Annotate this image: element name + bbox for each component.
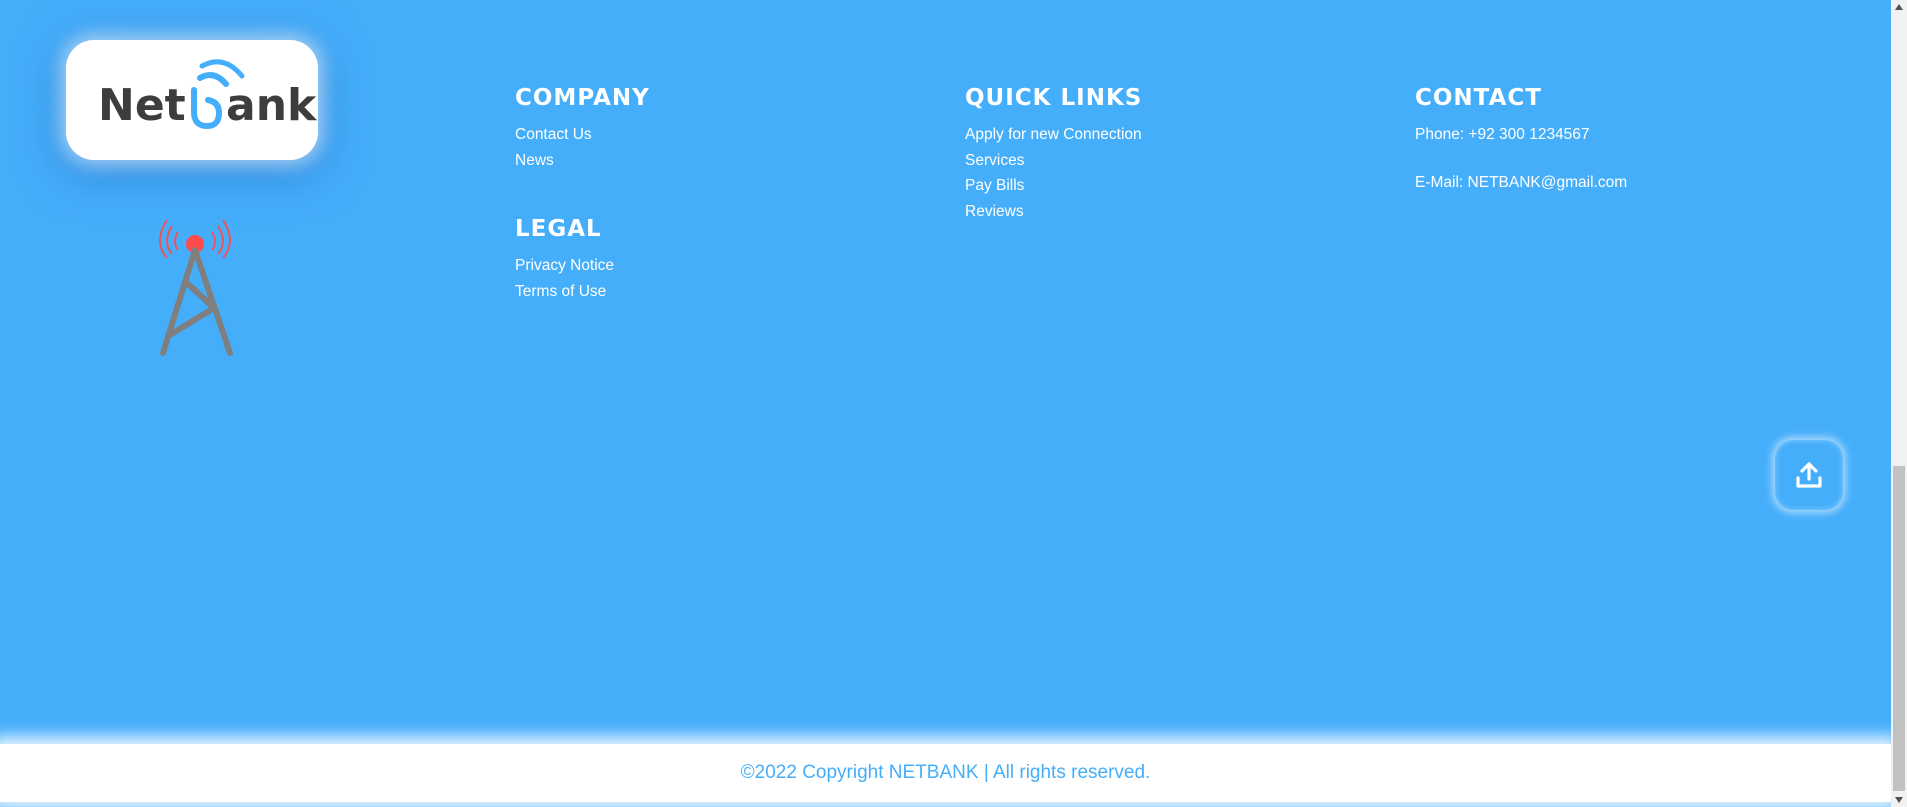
copyright-bar: ©2022 Copyright NETBANK | All rights res… xyxy=(0,744,1891,802)
contact-email: E-Mail: NETBANK@gmail.com xyxy=(1415,173,1628,191)
netbank-logo[interactable]: Net ank xyxy=(66,40,318,160)
company-heading: COMPANY xyxy=(515,85,650,111)
link-contact-us[interactable]: Contact Us xyxy=(515,122,650,148)
footer-column-quick-links: QUICK LINKS Apply for new Connection Ser… xyxy=(965,84,1142,224)
contact-heading: CONTACT xyxy=(1415,85,1542,111)
upload-icon xyxy=(1796,462,1822,488)
quick-links-heading: QUICK LINKS xyxy=(965,85,1143,111)
link-news[interactable]: News xyxy=(515,148,650,174)
signal-tower-icon xyxy=(159,219,233,356)
copyright-text: ©2022 Copyright NETBANK | All rights res… xyxy=(740,762,1151,783)
logo-text-ank: ank xyxy=(226,80,318,131)
link-pay-bills[interactable]: Pay Bills xyxy=(965,173,1142,199)
logo-text-net: Net xyxy=(98,80,186,131)
footer-column-contact: CONTACT Phone: +92 300 1234567 E-Mail: N… xyxy=(1415,84,1627,195)
scrollbar-thumb[interactable] xyxy=(1893,466,1905,791)
link-apply-new-connection[interactable]: Apply for new Connection xyxy=(965,122,1142,148)
scroll-down-arrow-icon[interactable] xyxy=(1895,797,1903,803)
link-terms-of-use[interactable]: Terms of Use xyxy=(515,279,614,305)
footer-column-company: COMPANY Contact Us News xyxy=(515,84,650,173)
netbank-logo-mark: Net ank xyxy=(98,59,318,131)
link-privacy-notice[interactable]: Privacy Notice xyxy=(515,253,614,279)
contact-phone: Phone: +92 300 1234567 xyxy=(1415,126,1590,143)
scroll-to-top-button[interactable] xyxy=(1775,440,1843,510)
footer-column-legal: LEGAL Privacy Notice Terms of Use xyxy=(515,215,614,304)
page-scrollbar[interactable] xyxy=(1891,0,1907,807)
link-reviews[interactable]: Reviews xyxy=(965,199,1142,225)
scroll-up-arrow-icon[interactable] xyxy=(1895,4,1903,10)
footer: Net ank COMPANY Contact Us News LEGAL Pr… xyxy=(0,0,1891,740)
legal-heading: LEGAL xyxy=(515,216,602,242)
link-services[interactable]: Services xyxy=(965,148,1142,174)
